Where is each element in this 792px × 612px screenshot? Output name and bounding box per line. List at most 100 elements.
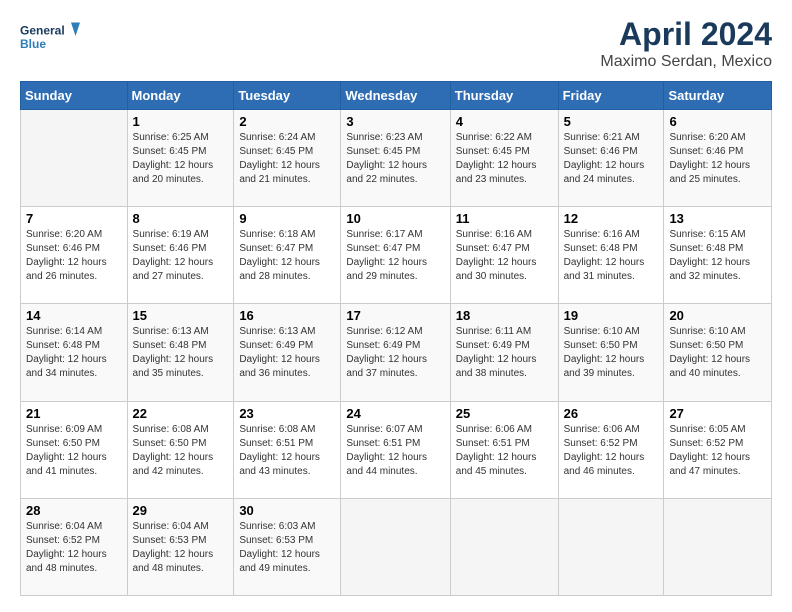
day-info: Sunrise: 6:06 AM Sunset: 6:51 PM Dayligh…	[456, 423, 553, 479]
header-friday: Friday	[558, 82, 664, 110]
day-info: Sunrise: 6:18 AM Sunset: 6:47 PM Dayligh…	[239, 228, 335, 284]
day-number: 30	[239, 503, 335, 518]
day-info: Sunrise: 6:05 AM Sunset: 6:52 PM Dayligh…	[669, 423, 766, 479]
week-row-3: 14Sunrise: 6:14 AM Sunset: 6:48 PM Dayli…	[21, 304, 772, 401]
day-info: Sunrise: 6:20 AM Sunset: 6:46 PM Dayligh…	[26, 228, 122, 284]
day-number: 2	[239, 114, 335, 129]
calendar-cell: 16 Sunrise: 6:13 AM Sunset: 6:49 PM Dayli…	[234, 304, 341, 401]
main-title: April 2024	[600, 16, 772, 53]
day-number: 21	[26, 406, 122, 421]
calendar-cell	[450, 498, 558, 595]
subtitle: Maximo Serdan, Mexico	[600, 53, 772, 71]
day-number: 10	[346, 211, 444, 226]
day-number: 15	[133, 308, 229, 323]
calendar-cell	[341, 498, 450, 595]
day-info: Sunrise: 6:16 AM Sunset: 6:47 PM Dayligh…	[456, 228, 553, 284]
day-number: 25	[456, 406, 553, 421]
calendar-cell: 1 Sunrise: 6:25 AM Sunset: 6:45 PM Daylig…	[127, 110, 234, 207]
calendar-cell: 11 Sunrise: 6:16 AM Sunset: 6:47 PM Dayli…	[450, 207, 558, 304]
header-wednesday: Wednesday	[341, 82, 450, 110]
calendar-cell: 4 Sunrise: 6:22 AM Sunset: 6:45 PM Daylig…	[450, 110, 558, 207]
week-row-1: 1 Sunrise: 6:25 AM Sunset: 6:45 PM Daylig…	[21, 110, 772, 207]
day-info: Sunrise: 6:06 AM Sunset: 6:52 PM Dayligh…	[564, 423, 659, 479]
day-number: 17	[346, 308, 444, 323]
day-number: 6	[669, 114, 766, 129]
logo: General Blue	[20, 16, 80, 56]
calendar-cell: 12Sunrise: 6:16 AM Sunset: 6:48 PM Dayli…	[558, 207, 664, 304]
day-number: 29	[133, 503, 229, 518]
calendar-cell: 24 Sunrise: 6:07 AM Sunset: 6:51 PM Dayli…	[341, 401, 450, 498]
calendar-cell: 20Sunrise: 6:10 AM Sunset: 6:50 PM Dayli…	[664, 304, 772, 401]
day-number: 3	[346, 114, 444, 129]
calendar-cell: 18 Sunrise: 6:11 AM Sunset: 6:49 PM Dayli…	[450, 304, 558, 401]
header-saturday: Saturday	[664, 82, 772, 110]
calendar-cell: 7 Sunrise: 6:20 AM Sunset: 6:46 PM Daylig…	[21, 207, 128, 304]
calendar-table: SundayMondayTuesdayWednesdayThursdayFrid…	[20, 81, 772, 596]
calendar-cell: 23Sunrise: 6:08 AM Sunset: 6:51 PM Dayli…	[234, 401, 341, 498]
calendar-cell: 19 Sunrise: 6:10 AM Sunset: 6:50 PM Dayli…	[558, 304, 664, 401]
day-number: 5	[564, 114, 659, 129]
svg-text:Blue: Blue	[20, 37, 46, 51]
calendar-cell: 8 Sunrise: 6:19 AM Sunset: 6:46 PM Daylig…	[127, 207, 234, 304]
day-info: Sunrise: 6:19 AM Sunset: 6:46 PM Dayligh…	[133, 228, 229, 284]
calendar-cell: 14Sunrise: 6:14 AM Sunset: 6:48 PM Dayli…	[21, 304, 128, 401]
calendar-cell	[21, 110, 128, 207]
header-monday: Monday	[127, 82, 234, 110]
calendar-cell: 29 Sunrise: 6:04 AM Sunset: 6:53 PM Dayli…	[127, 498, 234, 595]
day-number: 16	[239, 308, 335, 323]
day-info: Sunrise: 6:22 AM Sunset: 6:45 PM Dayligh…	[456, 131, 553, 187]
calendar-cell: 22 Sunrise: 6:08 AM Sunset: 6:50 PM Dayli…	[127, 401, 234, 498]
calendar-cell: 6 Sunrise: 6:20 AM Sunset: 6:46 PM Daylig…	[664, 110, 772, 207]
calendar-cell: 28Sunrise: 6:04 AM Sunset: 6:52 PM Dayli…	[21, 498, 128, 595]
day-number: 4	[456, 114, 553, 129]
logo-svg: General Blue	[20, 16, 80, 56]
day-info: Sunrise: 6:07 AM Sunset: 6:51 PM Dayligh…	[346, 423, 444, 479]
day-info: Sunrise: 6:25 AM Sunset: 6:45 PM Dayligh…	[133, 131, 229, 187]
calendar-cell: 13Sunrise: 6:15 AM Sunset: 6:48 PM Dayli…	[664, 207, 772, 304]
header-tuesday: Tuesday	[234, 82, 341, 110]
calendar-cell: 5Sunrise: 6:21 AM Sunset: 6:46 PM Daylig…	[558, 110, 664, 207]
day-info: Sunrise: 6:15 AM Sunset: 6:48 PM Dayligh…	[669, 228, 766, 284]
week-row-5: 28Sunrise: 6:04 AM Sunset: 6:52 PM Dayli…	[21, 498, 772, 595]
day-number: 24	[346, 406, 444, 421]
title-area: April 2024 Maximo Serdan, Mexico	[600, 16, 772, 71]
day-number: 14	[26, 308, 122, 323]
day-info: Sunrise: 6:04 AM Sunset: 6:53 PM Dayligh…	[133, 520, 229, 576]
header-thursday: Thursday	[450, 82, 558, 110]
day-number: 1	[133, 114, 229, 129]
calendar-cell: 30 Sunrise: 6:03 AM Sunset: 6:53 PM Dayli…	[234, 498, 341, 595]
day-number: 9	[239, 211, 335, 226]
day-info: Sunrise: 6:08 AM Sunset: 6:51 PM Dayligh…	[239, 423, 335, 479]
day-number: 22	[133, 406, 229, 421]
day-info: Sunrise: 6:11 AM Sunset: 6:49 PM Dayligh…	[456, 325, 553, 381]
header-row: SundayMondayTuesdayWednesdayThursdayFrid…	[21, 82, 772, 110]
day-info: Sunrise: 6:09 AM Sunset: 6:50 PM Dayligh…	[26, 423, 122, 479]
day-info: Sunrise: 6:03 AM Sunset: 6:53 PM Dayligh…	[239, 520, 335, 576]
day-info: Sunrise: 6:08 AM Sunset: 6:50 PM Dayligh…	[133, 423, 229, 479]
week-row-2: 7 Sunrise: 6:20 AM Sunset: 6:46 PM Daylig…	[21, 207, 772, 304]
svg-text:General: General	[20, 24, 65, 38]
day-number: 7	[26, 211, 122, 226]
day-number: 27	[669, 406, 766, 421]
calendar-cell: 2Sunrise: 6:24 AM Sunset: 6:45 PM Daylig…	[234, 110, 341, 207]
day-info: Sunrise: 6:10 AM Sunset: 6:50 PM Dayligh…	[669, 325, 766, 381]
calendar-cell: 17Sunrise: 6:12 AM Sunset: 6:49 PM Dayli…	[341, 304, 450, 401]
day-info: Sunrise: 6:13 AM Sunset: 6:48 PM Dayligh…	[133, 325, 229, 381]
day-info: Sunrise: 6:20 AM Sunset: 6:46 PM Dayligh…	[669, 131, 766, 187]
calendar-cell: 15 Sunrise: 6:13 AM Sunset: 6:48 PM Dayli…	[127, 304, 234, 401]
day-info: Sunrise: 6:10 AM Sunset: 6:50 PM Dayligh…	[564, 325, 659, 381]
day-number: 26	[564, 406, 659, 421]
day-info: Sunrise: 6:13 AM Sunset: 6:49 PM Dayligh…	[239, 325, 335, 381]
page: General Blue April 2024 Maximo Serdan, M…	[0, 0, 792, 612]
day-info: Sunrise: 6:04 AM Sunset: 6:52 PM Dayligh…	[26, 520, 122, 576]
calendar-cell: 21 Sunrise: 6:09 AM Sunset: 6:50 PM Dayli…	[21, 401, 128, 498]
day-info: Sunrise: 6:23 AM Sunset: 6:45 PM Dayligh…	[346, 131, 444, 187]
header-sunday: Sunday	[21, 82, 128, 110]
day-number: 18	[456, 308, 553, 323]
day-number: 11	[456, 211, 553, 226]
calendar-cell: 9 Sunrise: 6:18 AM Sunset: 6:47 PM Daylig…	[234, 207, 341, 304]
day-number: 19	[564, 308, 659, 323]
calendar-cell	[558, 498, 664, 595]
day-number: 8	[133, 211, 229, 226]
calendar-cell: 10Sunrise: 6:17 AM Sunset: 6:47 PM Dayli…	[341, 207, 450, 304]
